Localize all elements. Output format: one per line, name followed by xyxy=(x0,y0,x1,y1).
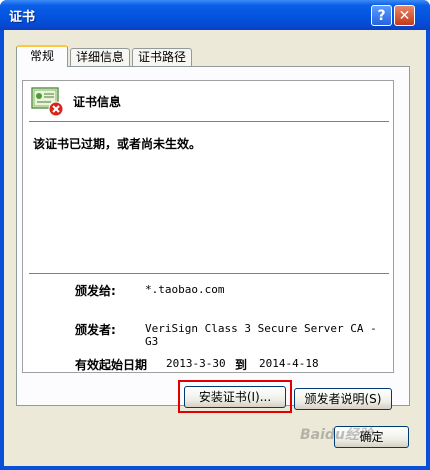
issuer-statement-button[interactable]: 颁发者说明(S) xyxy=(294,388,392,410)
info-title: 证书信息 xyxy=(73,95,122,109)
install-certificate-label: 安装证书(I)... xyxy=(198,390,272,404)
valid-from-label: 有效起始日期 xyxy=(75,358,148,372)
issued-by-value: VeriSign Class 3 Secure Server CA - G3 xyxy=(145,322,377,348)
valid-to-label: 到 xyxy=(235,358,248,372)
close-button[interactable]: ✕ xyxy=(394,5,415,26)
title-bar[interactable]: 证书 ? ✕ xyxy=(0,0,430,30)
tab-general-label: 常规 xyxy=(29,49,54,63)
valid-to-value: 2014-4-18 xyxy=(259,357,319,370)
issued-to-value: *.taobao.com xyxy=(145,283,225,296)
dialog-client-area: 常规 详细信息 证书路径 证书信息 该证书已过期，或者尚未生效。 颁发给: *.… xyxy=(4,30,426,466)
install-certificate-button[interactable]: 安装证书(I)... xyxy=(184,386,286,408)
issued-to-label: 颁发给: xyxy=(75,284,116,298)
certificate-window: 证书 ? ✕ 常规 详细信息 证书路径 证书信息 该证书已过期，或者尚未生效。 … xyxy=(0,0,430,470)
watermark-text: Baidu经验 xyxy=(300,427,373,443)
tab-details-label: 详细信息 xyxy=(75,50,124,64)
close-icon: ✕ xyxy=(398,7,411,24)
tab-general[interactable]: 常规 xyxy=(16,45,68,67)
certificate-error-icon xyxy=(31,87,64,117)
issuer-statement-label: 颁发者说明(S) xyxy=(304,392,382,406)
status-message: 该证书已过期，或者尚未生效。 xyxy=(33,137,202,151)
tab-cert-path-label: 证书路径 xyxy=(137,50,186,64)
tab-details[interactable]: 详细信息 xyxy=(70,48,130,67)
help-button[interactable]: ? xyxy=(371,5,392,26)
window-title: 证书 xyxy=(9,10,36,25)
valid-from-value: 2013-3-30 xyxy=(166,357,226,370)
divider-middle xyxy=(29,273,389,274)
issued-by-label: 颁发者: xyxy=(75,323,116,337)
tab-cert-path[interactable]: 证书路径 xyxy=(132,48,192,67)
divider-top xyxy=(29,121,389,122)
help-icon: ? xyxy=(377,7,386,24)
certificate-info-box: 证书信息 该证书已过期，或者尚未生效。 颁发给: *.taobao.com 颁发… xyxy=(22,80,394,373)
